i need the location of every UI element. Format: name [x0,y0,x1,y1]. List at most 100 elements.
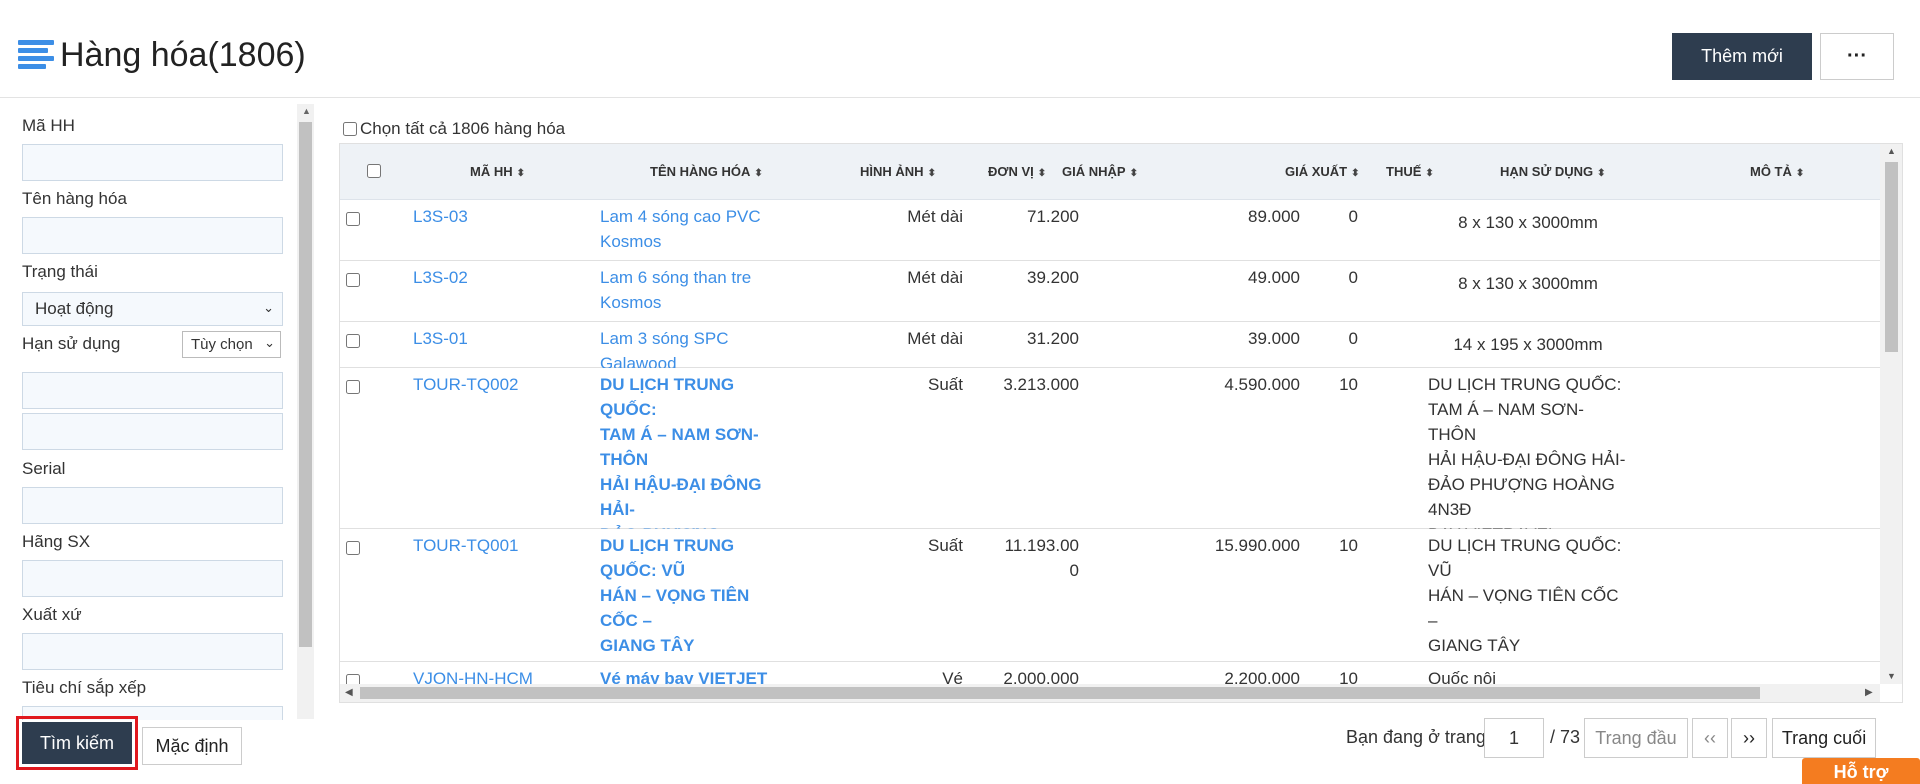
product-tax: 0 [1348,207,1358,226]
page-total: / 73 [1550,727,1581,747]
product-code-link[interactable]: L3S-01 [413,326,563,351]
pager-label: Bạn đang ở trang [1346,727,1486,747]
table-row[interactable]: L3S-01 Lam 3 sóng SPC Galawood Mét dài 31.2… [340,322,1880,373]
column-unit[interactable]: ĐƠN VỊ ⬍ [988,164,1046,179]
product-import-price: 11.193.00 0 [1004,536,1079,580]
page-input[interactable]: 1 [1484,718,1544,758]
search-button[interactable]: Tìm kiếm [16,716,138,770]
select-all[interactable]: Chọn tất cả 1806 hàng hóa [343,119,565,139]
column-import-price[interactable]: GIÁ NHẬP ⬍ [1062,164,1138,179]
sort-label: Tiêu chí sắp xếp [22,678,147,697]
filter-scrollbar[interactable] [297,104,314,719]
table-row[interactable]: TOUR-TQ001 DU LỊCH TRUNG QUỐC: VŨ HÁN – VỌ… [340,529,1880,702]
column-export-price[interactable]: GIÁ XUẤT ⬍ [1285,164,1360,179]
table-vertical-scrollbar[interactable]: ▲ ▼ [1880,144,1902,684]
scroll-right-icon[interactable]: ▶ [1865,687,1873,698]
scroll-up-icon[interactable]: ▲ [1887,146,1896,156]
row-checkbox[interactable] [346,212,360,226]
add-new-button[interactable]: Thêm mới [1672,33,1812,80]
chevron-down-icon: ⌄ [263,300,274,315]
scroll-up-icon[interactable]: ▲ [302,106,311,116]
serial-label: Serial [22,459,66,478]
select-all-label: Chọn tất cả 1806 hàng hóa [360,119,566,138]
product-unit: Suất [928,375,963,394]
product-tax: 10 [1339,536,1358,555]
scroll-down-icon[interactable]: ▼ [1887,671,1896,681]
prev-page-button[interactable]: ‹‹ [1692,718,1728,758]
table-row[interactable]: L3S-02 Lam 6 sóng than tre Kosmos Mét dài 39… [340,261,1880,322]
last-page-button[interactable]: Trang cuối [1772,718,1876,758]
code-label: Mã HH [22,116,75,135]
table-hscroll-thumb[interactable] [360,687,1760,699]
chevron-down-icon: ⌄ [264,335,275,350]
product-name-link[interactable]: Lam 6 sóng than tre Kosmos [600,265,785,315]
product-tax: 10 [1339,375,1358,394]
column-tax[interactable]: THUẾ ⬍ [1386,164,1434,179]
table-row[interactable]: L3S-03 Lam 4 sóng cao PVC Kosmos Mét dài 71.… [340,200,1880,261]
filter-scrollbar-thumb[interactable] [299,122,312,647]
product-export-price: 89.000 [1248,207,1300,226]
row-checkbox[interactable] [346,273,360,287]
next-page-button[interactable]: ›› [1731,718,1767,758]
name-input[interactable] [22,217,283,254]
sort-input[interactable] [22,706,283,720]
row-checkbox[interactable] [346,541,360,555]
code-input[interactable] [22,144,283,181]
origin-input[interactable] [22,633,283,670]
table-row[interactable]: TOUR-TQ002 DU LỊCH TRUNG QUỐC: TAM Á – NAM… [340,368,1880,569]
expiry-from-input[interactable] [22,372,283,409]
product-import-price: 39.200 [1027,268,1079,287]
product-tax: 0 [1348,268,1358,287]
column-name[interactable]: TÊN HÀNG HÓA ⬍ [650,164,763,179]
product-tax: 0 [1348,329,1358,348]
first-page-button[interactable]: Trang đầu [1584,718,1688,758]
status-label: Trạng thái [22,262,98,281]
header-checkbox[interactable] [367,164,381,178]
row-checkbox[interactable] [346,380,360,394]
scroll-left-icon[interactable]: ◀ [345,687,353,698]
support-button[interactable]: Hỗ trợ [1802,758,1920,784]
table-scrollbar-thumb[interactable] [1885,162,1898,352]
product-unit: Mét dài [907,329,963,348]
status-select[interactable]: Hoạt động ⌄ [22,292,283,326]
menu-icon[interactable] [18,40,54,70]
product-description: 8 x 130 x 3000mm [1458,274,1598,293]
page-header: Hàng hóa(1806) Thêm mới ··· [0,0,1920,98]
product-unit: Mét dài [907,207,963,226]
page-title: Hàng hóa(1806) [60,36,306,74]
product-export-price: 49.000 [1248,268,1300,287]
product-import-price: 71.200 [1027,207,1079,226]
product-description: 8 x 130 x 3000mm [1458,213,1598,232]
expiry-label: Hạn sử dụng [22,334,121,353]
product-code-link[interactable]: TOUR-TQ002 [413,372,563,397]
product-code-link[interactable]: TOUR-TQ001 [413,533,563,558]
table-horizontal-scrollbar[interactable]: ◀ ▶ [340,684,1880,702]
column-code[interactable]: MÃ HH ⬍ [470,164,525,179]
column-expiry[interactable]: HẠN SỬ DỤNG ⬍ [1500,164,1606,179]
table-header: MÃ HH ⬍ TÊN HÀNG HÓA ⬍ HÌNH ẢNH ⬍ ĐƠN VỊ ⬍ G… [340,144,1880,200]
column-image[interactable]: HÌNH ẢNH ⬍ [860,164,936,179]
status-select-value: Hoạt động [35,299,114,318]
product-import-price: 31.200 [1027,329,1079,348]
default-button[interactable]: Mặc định [142,727,242,765]
expiry-to-input[interactable] [22,413,283,450]
serial-input[interactable] [22,487,283,524]
manufacturer-input[interactable] [22,560,283,597]
product-code-link[interactable]: L3S-03 [413,204,563,229]
product-unit: Suất [928,536,963,555]
select-all-checkbox[interactable] [343,122,357,136]
manufacturer-label: Hãng SX [22,532,91,551]
product-export-price: 15.990.000 [1214,536,1300,555]
more-options-button[interactable]: ··· [1820,33,1894,80]
product-name-link[interactable]: DU LỊCH TRUNG QUỐC: VŨ HÁN – VỌNG TIÊN CỐ… [600,533,785,658]
product-export-price: 39.000 [1248,329,1300,348]
product-import-price: 3.213.000 [1003,375,1079,394]
product-code-link[interactable]: L3S-02 [413,265,563,290]
column-description[interactable]: MÔ TẢ ⬍ [1750,164,1804,179]
row-checkbox[interactable] [346,334,360,348]
expiry-select-value: Tùy chọn [191,336,253,353]
product-name-link[interactable]: Lam 4 sóng cao PVC Kosmos [600,204,785,254]
product-description: 14 x 195 x 3000mm [1453,335,1603,354]
product-export-price: 4.590.000 [1224,375,1300,394]
expiry-select[interactable]: Tùy chọn ⌄ [182,331,281,358]
